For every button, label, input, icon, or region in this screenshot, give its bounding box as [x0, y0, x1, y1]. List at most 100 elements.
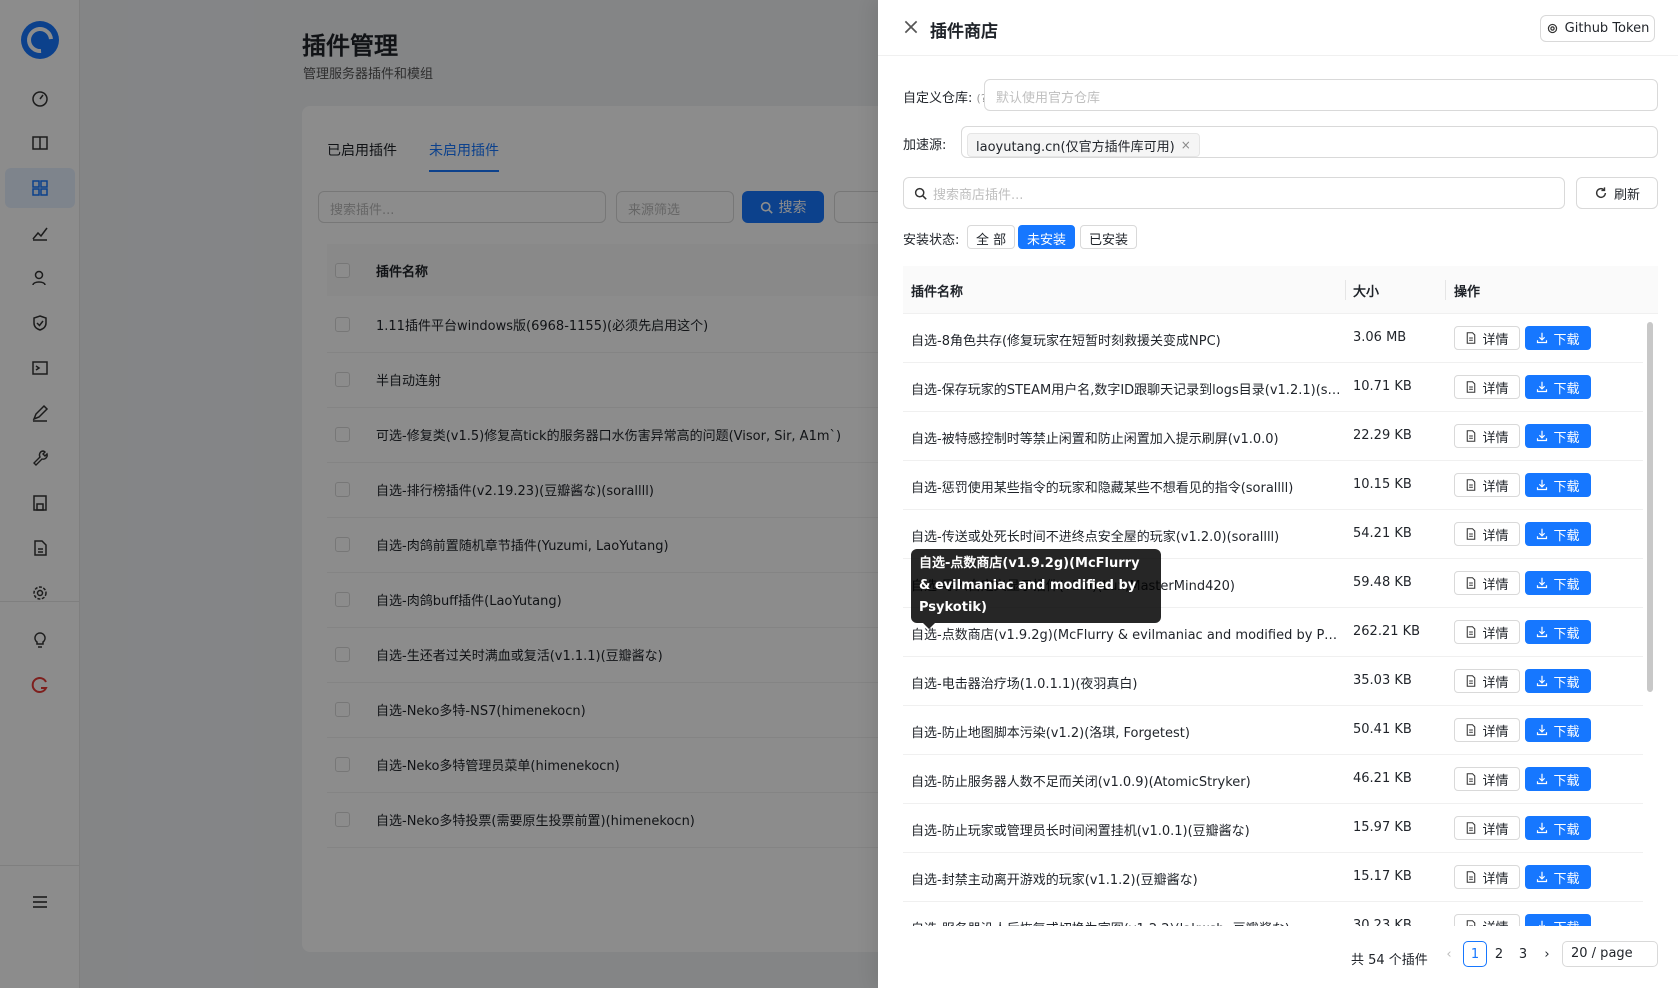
table-scrollbar[interactable]	[1647, 322, 1653, 692]
status-all[interactable]: 全 部	[967, 225, 1016, 249]
plugin-name: 自选-惩罚使用某些指令的玩家和隐藏某些不想看见的指令(sorallll)	[911, 481, 1294, 496]
detail-button[interactable]: 详情	[1454, 718, 1520, 742]
close-icon[interactable]	[902, 18, 920, 36]
document-icon	[1467, 577, 1476, 589]
status-installed[interactable]: 已安装	[1080, 225, 1138, 249]
plugin-size: 15.97 KB	[1353, 820, 1412, 835]
table-row: 自选-防止玩家或管理员长时间闲置挂机(v1.0.1)(豆瓣酱な) 15.97 KB…	[903, 804, 1643, 853]
download-label: 下载	[1553, 528, 1580, 544]
page-1[interactable]: 1	[1463, 941, 1487, 967]
github-token-button[interactable]: Github Token	[1540, 15, 1655, 42]
download-button[interactable]: 下载	[1525, 326, 1591, 350]
modal-overlay[interactable]	[0, 0, 878, 988]
plugin-name: 自选-保存玩家的STEAM用户名,数字ID跟聊天记录到logs目录(v1.2.1…	[911, 383, 1341, 398]
detail-button[interactable]: 详情	[1454, 767, 1520, 791]
table-row: 自选-8角色共存(修复玩家在短暂时刻救援关变成NPC) 3.06 MB 详情 下载	[903, 314, 1643, 363]
download-label: 下载	[1553, 917, 1579, 927]
plugin-name: 自选-8角色共存(修复玩家在短暂时刻救援关变成NPC)	[911, 334, 1221, 349]
plugin-size: 3.06 MB	[1353, 330, 1407, 345]
tag-close-icon[interactable]: ×	[1181, 138, 1191, 152]
download-button[interactable]: 下载	[1525, 375, 1591, 399]
store-search-input[interactable]: 搜索商店插件...	[903, 177, 1565, 209]
download-label: 下载	[1553, 479, 1580, 495]
download-icon	[1537, 773, 1548, 785]
gear-icon	[1547, 23, 1557, 34]
store-search-placeholder: 搜索商店插件...	[933, 187, 1024, 203]
plugin-size: 30.23 KB	[1353, 918, 1412, 926]
repo-label-text: 自定义仓库:	[903, 91, 973, 106]
table-row: 自选-防止服务器人数不足而关闭(v1.0.9)(AtomicStryker) 46…	[903, 755, 1643, 804]
plugin-name: 自选-防止玩家或管理员长时间闲置挂机(v1.0.1)(豆瓣酱な)	[911, 824, 1250, 839]
download-button[interactable]: 下载	[1525, 522, 1591, 546]
download-button[interactable]: 下载	[1525, 473, 1591, 497]
store-table-header: 插件名称 大小 操作	[903, 266, 1658, 314]
plugin-name: 自选-被特感控制时等禁止闲置和防止闲置加入提示刷屏(v1.0.0)	[911, 432, 1279, 447]
download-icon	[1537, 430, 1548, 442]
refresh-icon	[1595, 187, 1607, 199]
detail-label: 详情	[1482, 479, 1509, 495]
detail-button[interactable]: 详情	[1454, 914, 1520, 926]
download-label: 下载	[1553, 332, 1580, 348]
repo-label: 自定义仓库: (?)	[903, 87, 991, 106]
prev-page-icon[interactable]: ‹	[1437, 941, 1461, 967]
download-label: 下载	[1553, 675, 1580, 691]
download-label: 下载	[1553, 724, 1580, 740]
column-name: 插件名称	[911, 285, 964, 300]
plugin-size: 54.21 KB	[1353, 526, 1412, 541]
document-icon	[1467, 822, 1476, 834]
detail-button[interactable]: 详情	[1454, 424, 1520, 448]
download-button[interactable]: 下载	[1525, 865, 1591, 889]
download-button[interactable]: 下载	[1525, 424, 1591, 448]
detail-button[interactable]: 详情	[1454, 522, 1520, 546]
download-button[interactable]: 下载	[1525, 816, 1591, 840]
download-button[interactable]: 下载	[1525, 620, 1591, 644]
document-icon	[1467, 479, 1476, 491]
download-label: 下载	[1553, 430, 1580, 446]
detail-button[interactable]: 详情	[1454, 816, 1520, 840]
detail-button[interactable]: 详情	[1454, 473, 1520, 497]
table-row: 自选-惩罚使用某些指令的玩家和隐藏某些不想看见的指令(sorallll) 10.1…	[903, 461, 1643, 510]
table-row: 自选-封禁主动离开游戏的玩家(v1.1.2)(豆瓣酱な) 15.17 KB 详情 下载	[903, 853, 1643, 902]
download-icon	[1537, 871, 1548, 883]
plugin-name: 自选-传送或处死长时间不进终点安全屋的玩家(v1.2.0)(sorallll)	[911, 530, 1280, 545]
plugin-size: 35.03 KB	[1353, 673, 1412, 688]
page-3[interactable]: 3	[1511, 941, 1535, 967]
document-icon	[1467, 381, 1476, 393]
document-icon	[1467, 724, 1476, 736]
detail-button[interactable]: 详情	[1454, 669, 1520, 693]
plugin-name: 自选-点数商店(v1.9.2g)(McFlurry & evilmaniac a…	[911, 628, 1341, 643]
repo-input[interactable]: 默认使用官方仓库	[984, 79, 1658, 111]
detail-label: 详情	[1482, 724, 1509, 740]
detail-button[interactable]: 详情	[1454, 865, 1520, 889]
next-page-icon[interactable]: ›	[1535, 941, 1559, 967]
status-not-installed[interactable]: 未安装	[1018, 225, 1076, 249]
refresh-button[interactable]: 刷新	[1576, 177, 1658, 209]
download-button[interactable]: 下载	[1525, 669, 1591, 693]
detail-label: 详情	[1482, 577, 1509, 593]
document-icon	[1467, 332, 1476, 344]
document-icon	[1467, 430, 1476, 442]
github-token-label: Github Token	[1564, 21, 1650, 36]
detail-label: 详情	[1482, 675, 1509, 691]
download-icon	[1537, 822, 1548, 834]
download-label: 下载	[1553, 381, 1580, 397]
download-icon	[1539, 920, 1546, 926]
plugin-size: 50.41 KB	[1353, 722, 1412, 737]
detail-button[interactable]: 详情	[1454, 326, 1520, 350]
detail-button[interactable]: 详情	[1454, 375, 1520, 399]
detail-button[interactable]: 详情	[1454, 571, 1520, 595]
download-button[interactable]: 下载	[1525, 571, 1591, 595]
plugin-name: 自选-防止地图脚本污染(v1.2)(洛琪, Forgetest)	[911, 726, 1190, 741]
page-size-select[interactable]: 20 / page	[1562, 941, 1658, 967]
plugin-name: 自选-防止服务器人数不足而关闭(v1.0.9)(AtomicStryker)	[911, 775, 1251, 790]
download-button[interactable]: 下载	[1525, 718, 1591, 742]
download-button[interactable]: 下载	[1525, 914, 1591, 926]
plugin-size: 59.48 KB	[1353, 575, 1412, 590]
download-icon	[1537, 479, 1548, 491]
plugin-size: 10.15 KB	[1353, 477, 1412, 492]
drawer-header: 插件商店 Github Token	[878, 0, 1678, 56]
download-button[interactable]: 下载	[1525, 767, 1591, 791]
page-2[interactable]: 2	[1487, 941, 1511, 967]
detail-button[interactable]: 详情	[1454, 620, 1520, 644]
plugin-size: 46.21 KB	[1353, 771, 1412, 786]
